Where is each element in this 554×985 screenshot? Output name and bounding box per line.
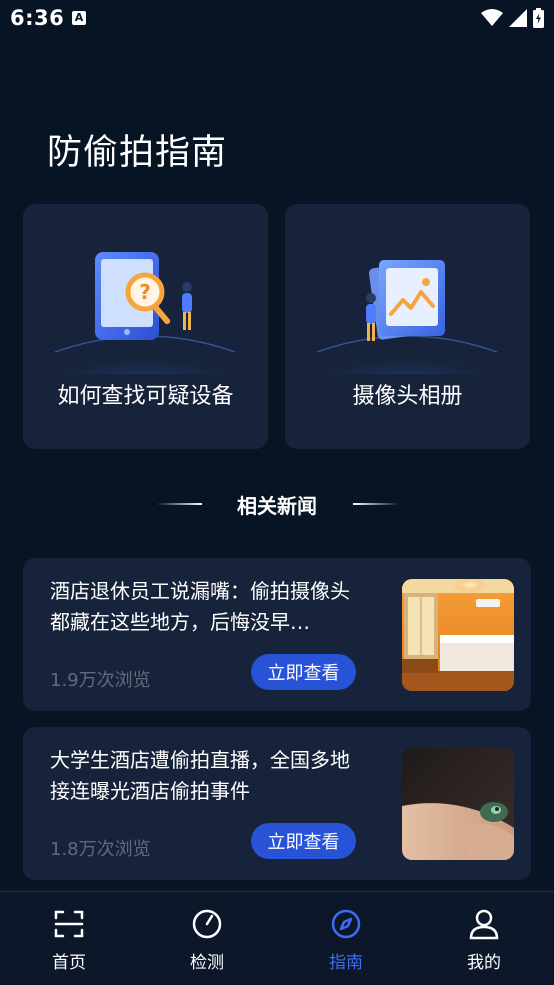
status-icons: [481, 8, 544, 28]
tab-detect[interactable]: 检测: [138, 892, 276, 985]
page-title: 防偷拍指南: [47, 133, 228, 173]
card-label: 摄像头相册: [352, 384, 463, 409]
notification-a-icon: A: [72, 11, 86, 25]
section-header: 相关新闻: [0, 488, 554, 520]
card-label: 如何查找可疑设备: [57, 384, 234, 409]
news-title: 酒店退休员工说漏嘴：偷拍摄像头都藏在这些地方，后悔没早…: [50, 579, 350, 634]
bottom-tab-bar: 首页 检测 指南 我的: [0, 891, 554, 985]
guide-card-find-devices[interactable]: ? 如何查找可疑设备: [23, 204, 268, 449]
news-item[interactable]: 酒店退休员工说漏嘴：偷拍摄像头都藏在这些地方，后悔没早… 1.9万次浏览 立即查…: [23, 558, 531, 711]
tab-guide[interactable]: 指南: [277, 892, 415, 985]
svg-text:?: ?: [139, 280, 151, 304]
news-title: 大学生酒店遭偷拍直播，全国多地接连曝光酒店偷拍事件: [50, 748, 350, 803]
section-title: 相关新闻: [237, 494, 317, 518]
compass-icon: [331, 909, 361, 939]
signal-icon: [509, 9, 527, 27]
hotel-room-photo: [402, 579, 514, 691]
status-time: 6:36: [10, 6, 65, 30]
user-icon: [469, 909, 499, 940]
battery-icon: [533, 8, 544, 28]
guide-card-camera-album[interactable]: 摄像头相册: [285, 204, 530, 449]
tab-mine[interactable]: 我的: [415, 892, 553, 985]
tab-label: 检测: [190, 953, 224, 973]
tab-label: 我的: [467, 953, 501, 973]
tab-label: 首页: [52, 953, 86, 973]
gauge-icon: [192, 909, 222, 939]
wifi-icon: [481, 9, 503, 26]
news-item[interactable]: 大学生酒店遭偷拍直播，全国多地接连曝光酒店偷拍事件 1.8万次浏览 立即查看: [23, 727, 531, 880]
scan-icon: [54, 910, 84, 938]
view-now-button[interactable]: 立即查看: [251, 823, 356, 859]
divider-right: [353, 503, 399, 505]
tab-label: 指南: [329, 953, 363, 973]
view-now-button[interactable]: 立即查看: [251, 654, 356, 690]
photo-album-illustration: [312, 260, 502, 374]
device-search-illustration: ?: [50, 252, 240, 374]
tab-home[interactable]: 首页: [0, 892, 138, 985]
news-views: 1.8万次浏览: [50, 839, 151, 860]
news-views: 1.9万次浏览: [50, 670, 151, 691]
hidden-camera-photo: [402, 748, 514, 860]
status-bar: 6:36 A: [0, 0, 554, 36]
